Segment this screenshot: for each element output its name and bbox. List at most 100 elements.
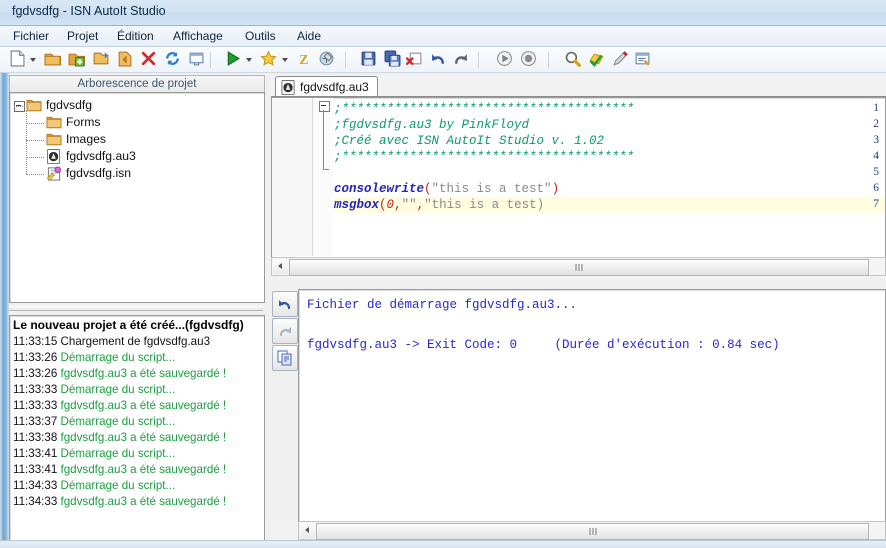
copy-project-icon[interactable] xyxy=(92,50,113,70)
code-token-cmt: ;Créé avec ISN AutoIt Studio v. 1.02 xyxy=(334,134,605,148)
log-row[interactable]: 11:33:41 Démarrage du script... xyxy=(13,447,175,460)
code-token-str: "this is a test" xyxy=(431,182,552,196)
close-file-icon[interactable] xyxy=(405,50,427,70)
log-timestamp: 11:33:15 xyxy=(13,335,61,348)
editor-console-splitter[interactable] xyxy=(271,279,886,288)
save-all-icon[interactable] xyxy=(384,50,405,70)
code-line[interactable]: ;*************************************** xyxy=(334,102,634,116)
menu-item-projet[interactable]: Projet xyxy=(62,28,103,44)
import-file-icon[interactable] xyxy=(116,50,137,70)
pencil-icon[interactable] xyxy=(612,50,633,70)
code-token-cmt: ;*************************************** xyxy=(334,102,635,116)
open-folder-icon[interactable] xyxy=(44,50,65,70)
help-window-icon[interactable] xyxy=(634,50,655,70)
folder-open-icon xyxy=(26,98,42,113)
log-list[interactable]: Le nouveau projet a été créé...(fgdvsdfg… xyxy=(9,315,265,543)
menu-item-outils[interactable]: Outils xyxy=(240,28,281,44)
menu-item-dition[interactable]: Édition xyxy=(112,28,159,44)
log-row[interactable]: 11:34:33 Démarrage du script... xyxy=(13,479,175,492)
autoit-script-icon xyxy=(46,149,62,164)
compile-icon[interactable] xyxy=(318,50,339,70)
log-row[interactable]: 11:33:15 Chargement de fgdvsdfg.au3 xyxy=(13,335,210,348)
isn-project-icon xyxy=(46,166,62,181)
save-icon[interactable] xyxy=(360,50,381,70)
project-tree-box[interactable]: fgdvsdfg Forms Images fgdvsdfg.au3 fgdvsdfg.… xyxy=(9,92,265,303)
log-row[interactable]: 11:34:33 fgdvsdfg.au3 a été sauvegardé ! xyxy=(13,495,226,508)
code-editor[interactable]: 1 ;**************************************… xyxy=(271,97,886,259)
tree-item-label: Images xyxy=(66,132,106,146)
new-file-icon[interactable] xyxy=(8,50,29,70)
console-undo-icon[interactable] xyxy=(272,291,298,317)
run-icon[interactable] xyxy=(224,50,245,70)
obfuscate-icon[interactable]: Z xyxy=(296,50,317,70)
editor-hscrollbar[interactable] xyxy=(271,257,886,276)
log-row[interactable]: 11:33:33 fgdvsdfg.au3 a été sauvegardé ! xyxy=(13,399,226,412)
code-token-punc: , xyxy=(394,198,402,212)
code-token-str: "this is a test) xyxy=(424,198,545,212)
favorite-dropdown-arrow-icon[interactable] xyxy=(282,58,289,63)
log-row[interactable]: 11:33:41 fgdvsdfg.au3 a été sauvegardé ! xyxy=(13,463,226,476)
fold-toggle-icon[interactable] xyxy=(319,101,330,112)
favorite-star-icon[interactable] xyxy=(260,50,281,70)
code-line[interactable]: ;*************************************** xyxy=(334,150,634,164)
code-token-punc: ( xyxy=(379,198,387,212)
tree-connector-branch xyxy=(26,157,44,158)
log-message: fgdvsdfg.au3 a été sauvegardé ! xyxy=(60,463,227,476)
play-icon[interactable] xyxy=(496,50,517,70)
window-left-edge xyxy=(0,73,9,547)
log-message: fgdvsdfg.au3 a été sauvegardé ! xyxy=(60,399,227,412)
check-syntax-icon[interactable] xyxy=(588,50,609,70)
log-timestamp: 11:33:37 xyxy=(13,415,61,428)
console-hscroll-left-arrow[interactable] xyxy=(300,523,315,538)
search-icon[interactable] xyxy=(564,50,585,70)
menu-item-fichier[interactable]: Fichier xyxy=(8,28,54,44)
menu-item-affichage[interactable]: Affichage xyxy=(168,28,228,44)
editor-hscroll-left-arrow[interactable] xyxy=(273,259,288,274)
code-line[interactable]: ;fgdvsdfg.au3 by PinkFloyd xyxy=(334,118,529,132)
log-row[interactable]: 11:33:38 fgdvsdfg.au3 a été sauvegardé ! xyxy=(13,431,226,444)
isn-autoit-studio-window: fgdvsdfg - ISN AutoIt Studio Fichier Proj… xyxy=(0,0,886,548)
console-side-toolbar xyxy=(271,289,298,521)
redo-icon[interactable] xyxy=(452,50,473,70)
console-copy-icon[interactable] xyxy=(272,345,298,371)
log-row[interactable]: 11:33:26 Démarrage du script... xyxy=(13,351,175,364)
log-message: Démarrage du script... xyxy=(60,351,176,364)
delete-icon[interactable] xyxy=(140,50,161,70)
code-line[interactable]: ;Créé avec ISN AutoIt Studio v. 1.02 xyxy=(334,134,604,148)
tab-fgdvsdfg-au3[interactable]: fgdvsdfg.au3 xyxy=(275,76,378,98)
log-message: Démarrage du script... xyxy=(60,447,176,460)
undo-icon[interactable] xyxy=(430,50,451,70)
refresh-icon[interactable] xyxy=(164,50,185,70)
code-line[interactable]: msgbox(0,"","this is a test) xyxy=(334,198,544,212)
tab-label: fgdvsdfg.au3 xyxy=(300,80,369,94)
log-message: fgdvsdfg.au3 a été sauvegardé ! xyxy=(60,367,227,380)
save-project-icon[interactable] xyxy=(68,50,89,70)
log-row[interactable]: 11:33:37 Démarrage du script... xyxy=(13,415,175,428)
toolbar: Z xyxy=(0,47,886,73)
menu-bar: Fichier Projet Édition Affichage Outils Aide xyxy=(0,26,886,46)
left-splitter[interactable] xyxy=(9,304,265,314)
run-dropdown-arrow-icon[interactable] xyxy=(246,58,253,63)
new-file-dropdown-arrow-icon[interactable] xyxy=(30,58,37,63)
stop-icon[interactable] xyxy=(520,50,541,70)
line-number-gutter xyxy=(272,98,313,256)
tree-connector-root xyxy=(14,106,25,107)
log-timestamp: 11:33:33 xyxy=(13,399,61,412)
log-row[interactable]: 11:33:26 fgdvsdfg.au3 a été sauvegardé ! xyxy=(13,367,226,380)
console-output[interactable]: Fichier de démarrage fgdvsdfg.au3... fgdv… xyxy=(298,289,886,523)
tree-item-label: fgdvsdfg xyxy=(46,98,93,112)
editor-hscroll-thumb[interactable] xyxy=(289,259,869,276)
menu-item-aide[interactable]: Aide xyxy=(292,28,326,44)
code-line[interactable]: consolewrite("this is a test") xyxy=(334,182,559,196)
console-hscroll-thumb[interactable] xyxy=(316,523,869,540)
code-fold-column[interactable] xyxy=(313,98,333,256)
window-title: fgdvsdfg - ISN AutoIt Studio xyxy=(12,4,166,18)
form-designer-icon[interactable] xyxy=(188,50,209,70)
console-hscrollbar[interactable] xyxy=(298,521,886,540)
log-message: Démarrage du script... xyxy=(60,383,176,396)
log-timestamp: 11:33:26 xyxy=(13,367,61,380)
log-row[interactable]: 11:33:33 Démarrage du script... xyxy=(13,383,175,396)
autoit-script-icon xyxy=(281,80,297,95)
title-bar: fgdvsdfg - ISN AutoIt Studio xyxy=(0,0,886,26)
tree-connector-line xyxy=(26,111,27,174)
